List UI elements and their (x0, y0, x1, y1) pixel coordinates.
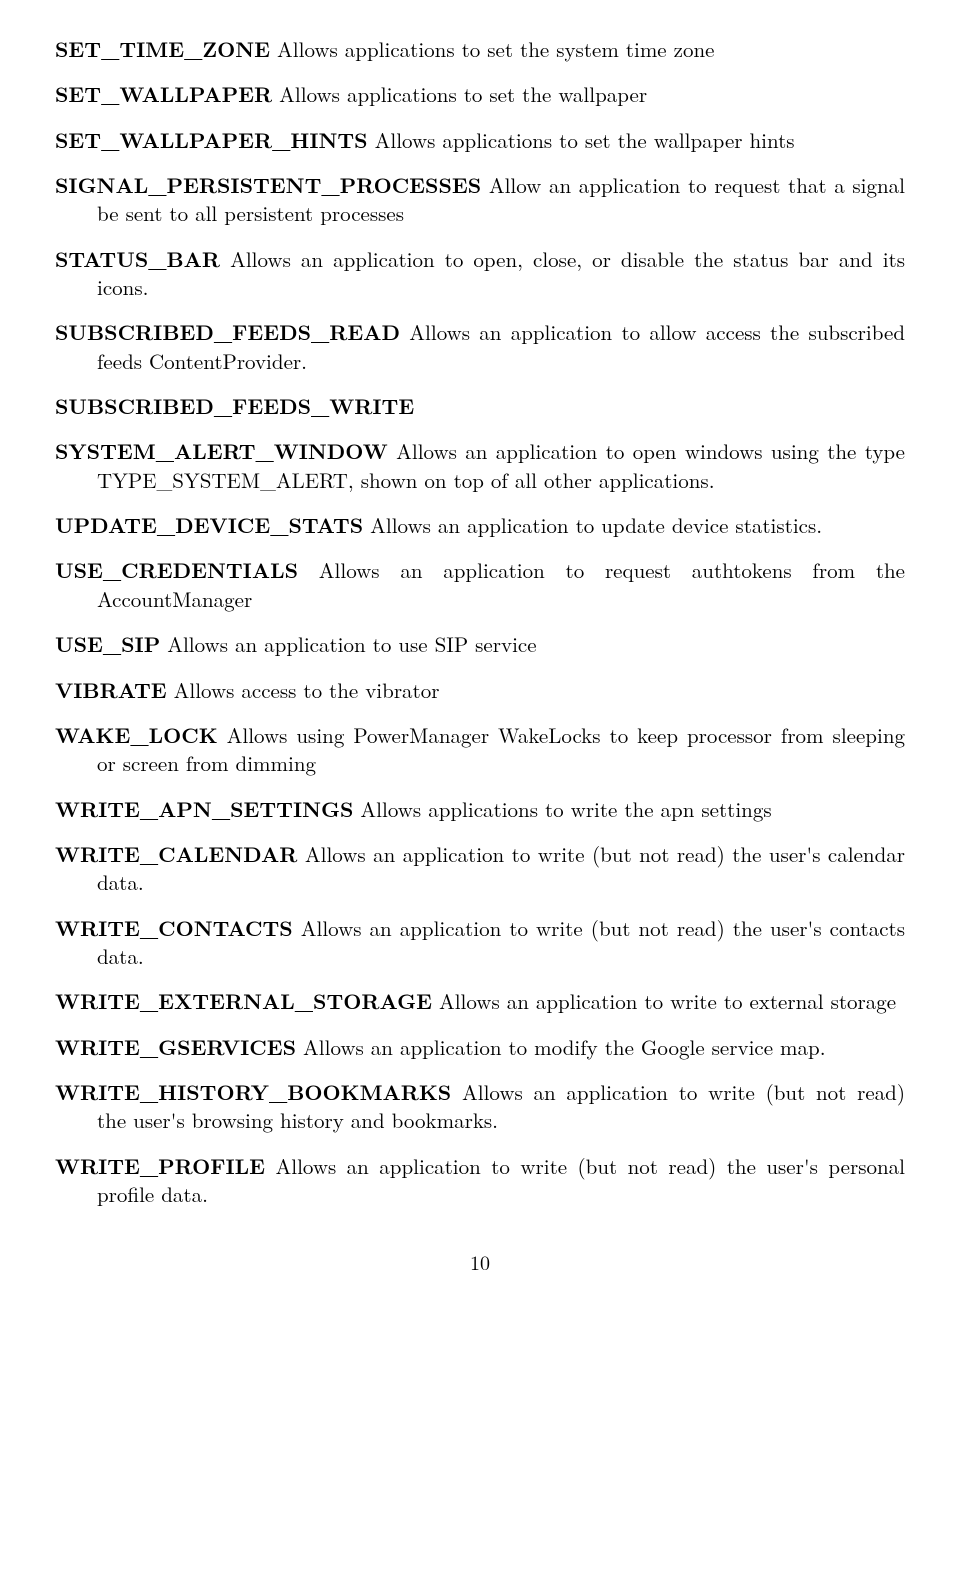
permission-entry: SET_WALLPAPER_HINTS Allows applications … (55, 126, 905, 154)
permission-entry: SIGNAL_PERSISTENT_PROCESSES Allow an app… (55, 171, 905, 228)
permission-entry: WRITE_PROFILE Allows an application to w… (55, 1152, 905, 1209)
permission-entry: WRITE_EXTERNAL_STORAGE Allows an applica… (55, 987, 905, 1015)
permission-term: STATUS_BAR (55, 244, 220, 274)
permission-term: SUBSCRIBED_FEEDS_WRITE (55, 391, 414, 421)
permission-entry: WAKE_LOCK Allows using PowerManager Wake… (55, 721, 905, 778)
permission-description: Allows applications to set the system ti… (270, 34, 714, 64)
permission-entry: WRITE_HISTORY_BOOKMARKS Allows an applic… (55, 1078, 905, 1135)
permission-list: SET_TIME_ZONE Allows applications to set… (55, 35, 905, 1208)
permission-term: WRITE_CALENDAR (55, 839, 297, 869)
permission-entry: SUBSCRIBED_FEEDS_WRITE (55, 392, 905, 420)
permission-term: WRITE_CONTACTS (55, 913, 293, 943)
permission-entry: STATUS_BAR Allows an application to open… (55, 245, 905, 302)
permission-description: Allows applications to set the wallpaper… (368, 125, 795, 155)
permission-entry: USE_CREDENTIALS Allows an application to… (55, 556, 905, 613)
permission-term: SET_WALLPAPER_HINTS (55, 125, 368, 155)
permission-term: USE_SIP (55, 629, 160, 659)
permission-term: SYSTEM_ALERT_WINDOW (55, 436, 388, 466)
permission-term: SET_WALLPAPER (55, 79, 272, 109)
page-number: 10 (55, 1248, 905, 1275)
permission-description: Allows an application to use SIP service (160, 629, 536, 659)
permission-entry: WRITE_APN_SETTINGS Allows applications t… (55, 795, 905, 823)
permission-entry: SUBSCRIBED_FEEDS_READ Allows an applicat… (55, 318, 905, 375)
permission-term: WRITE_PROFILE (55, 1151, 265, 1181)
permission-description: Allows applications to write the apn set… (353, 794, 771, 824)
permission-entry: SET_WALLPAPER Allows applications to set… (55, 80, 905, 108)
permission-description: Allows an application to write to extern… (432, 986, 896, 1016)
permission-description: Allows access to the vibrator (167, 675, 440, 705)
permission-term: WRITE_EXTERNAL_STORAGE (55, 986, 432, 1016)
permission-term: USE_CREDENTIALS (55, 555, 298, 585)
permission-entry: USE_SIP Allows an application to use SIP… (55, 630, 905, 658)
permission-term: WRITE_GSERVICES (55, 1032, 296, 1062)
permission-term: WRITE_APN_SETTINGS (55, 794, 353, 824)
permission-entry: WRITE_CONTACTS Allows an application to … (55, 914, 905, 971)
permission-entry: SET_TIME_ZONE Allows applications to set… (55, 35, 905, 63)
permission-description: Allows applications to set the wallpaper (272, 79, 647, 109)
permission-term: SET_TIME_ZONE (55, 34, 270, 64)
permission-entry: WRITE_CALENDAR Allows an application to … (55, 840, 905, 897)
permission-description: Allows an application to update device s… (363, 510, 822, 540)
permission-term: WAKE_LOCK (55, 720, 218, 750)
permission-description: Allows using PowerManager WakeLocks to k… (97, 720, 905, 778)
permission-term: VIBRATE (55, 675, 167, 705)
permission-description: Allows an application to modify the Goog… (296, 1032, 826, 1062)
permission-term: SIGNAL_PERSISTENT_PROCESSES (55, 170, 481, 200)
permission-entry: UPDATE_DEVICE_STATS Allows an applicatio… (55, 511, 905, 539)
permission-entry: VIBRATE Allows access to the vibrator (55, 676, 905, 704)
permission-term: WRITE_HISTORY_BOOKMARKS (55, 1077, 451, 1107)
permission-term: UPDATE_DEVICE_STATS (55, 510, 363, 540)
permission-entry: SYSTEM_ALERT_WINDOW Allows an applicatio… (55, 437, 905, 494)
permission-term: SUBSCRIBED_FEEDS_READ (55, 317, 400, 347)
permission-entry: WRITE_GSERVICES Allows an application to… (55, 1033, 905, 1061)
